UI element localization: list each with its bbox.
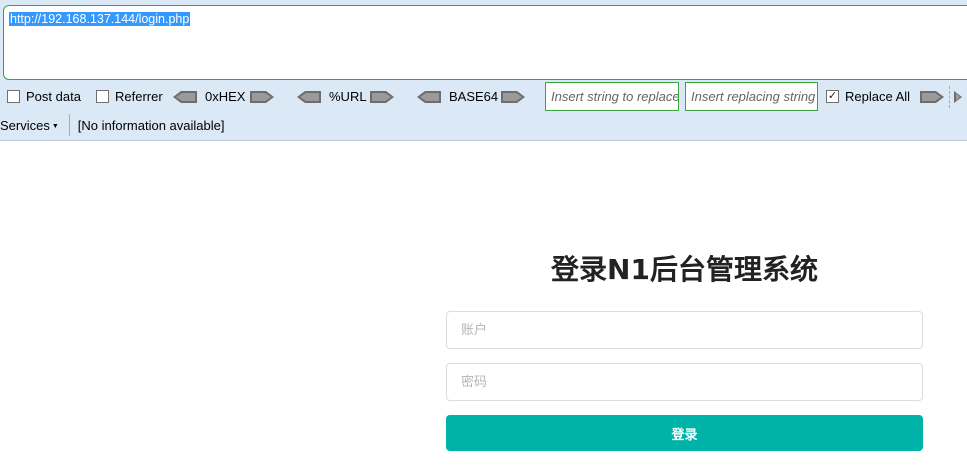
- status-divider: [68, 114, 70, 136]
- referrer-label: Referrer: [115, 89, 163, 104]
- base64-left-button[interactable]: [417, 82, 441, 111]
- overflow-arrow-button[interactable]: [954, 82, 967, 111]
- url-text[interactable]: http://192.168.137.144/login.php: [9, 12, 191, 26]
- replace-all-toggle[interactable]: ✓ Replace All: [826, 82, 910, 111]
- arrow-right-icon: [370, 90, 394, 103]
- services-label: Services: [0, 117, 50, 133]
- password-input[interactable]: [446, 363, 923, 401]
- url-label: %URL: [329, 89, 367, 104]
- toolbar-divider: [949, 86, 950, 108]
- url-encode-right-button[interactable]: [370, 82, 394, 111]
- referrer-toggle[interactable]: Referrer: [96, 82, 163, 111]
- referrer-checkbox[interactable]: [96, 90, 109, 103]
- hex-encode-right-button[interactable]: [250, 82, 274, 111]
- replace-string-input[interactable]: Insert string to replace: [545, 82, 679, 111]
- base64-label: BASE64: [449, 89, 499, 104]
- info-text: [No information available]: [77, 117, 225, 133]
- account-input[interactable]: [446, 311, 923, 349]
- replace-all-label: Replace All: [845, 89, 911, 104]
- post-data-label: Post data: [26, 89, 81, 104]
- hex-encode-left-button[interactable]: [173, 82, 197, 111]
- services-menu[interactable]: Services ▼: [0, 118, 67, 133]
- replace-all-go-button[interactable]: [920, 82, 944, 111]
- status-row: Services ▼ [No information available]: [0, 112, 967, 138]
- login-title: 登录N1后台管理系统: [551, 253, 818, 286]
- hackbar-options-row: Post data Referrer 0xHEX %URL BASE64 Ins…: [0, 82, 967, 111]
- arrow-right-icon: [250, 90, 274, 103]
- login-button[interactable]: 登录: [446, 415, 923, 451]
- hackbar-toolbar: http://192.168.137.144/login.php Post da…: [0, 0, 967, 141]
- dropdown-caret-icon: ▼: [51, 123, 59, 130]
- url-encode-left-button[interactable]: [297, 82, 321, 111]
- post-data-toggle[interactable]: Post data: [7, 82, 81, 111]
- base64-right-button[interactable]: [501, 82, 525, 111]
- hex-label: 0xHEX: [205, 89, 246, 104]
- post-data-checkbox[interactable]: [7, 90, 20, 103]
- url-textarea[interactable]: http://192.168.137.144/login.php: [3, 5, 967, 80]
- arrow-right-icon: [920, 90, 944, 103]
- arrow-right-icon: [501, 90, 525, 103]
- replace-all-checkbox[interactable]: ✓: [826, 90, 839, 103]
- replacing-string-input[interactable]: Insert replacing string: [685, 82, 818, 111]
- arrow-right-icon: [954, 90, 967, 103]
- arrow-left-icon: [297, 90, 321, 103]
- arrow-left-icon: [173, 90, 197, 103]
- arrow-left-icon: [417, 90, 441, 103]
